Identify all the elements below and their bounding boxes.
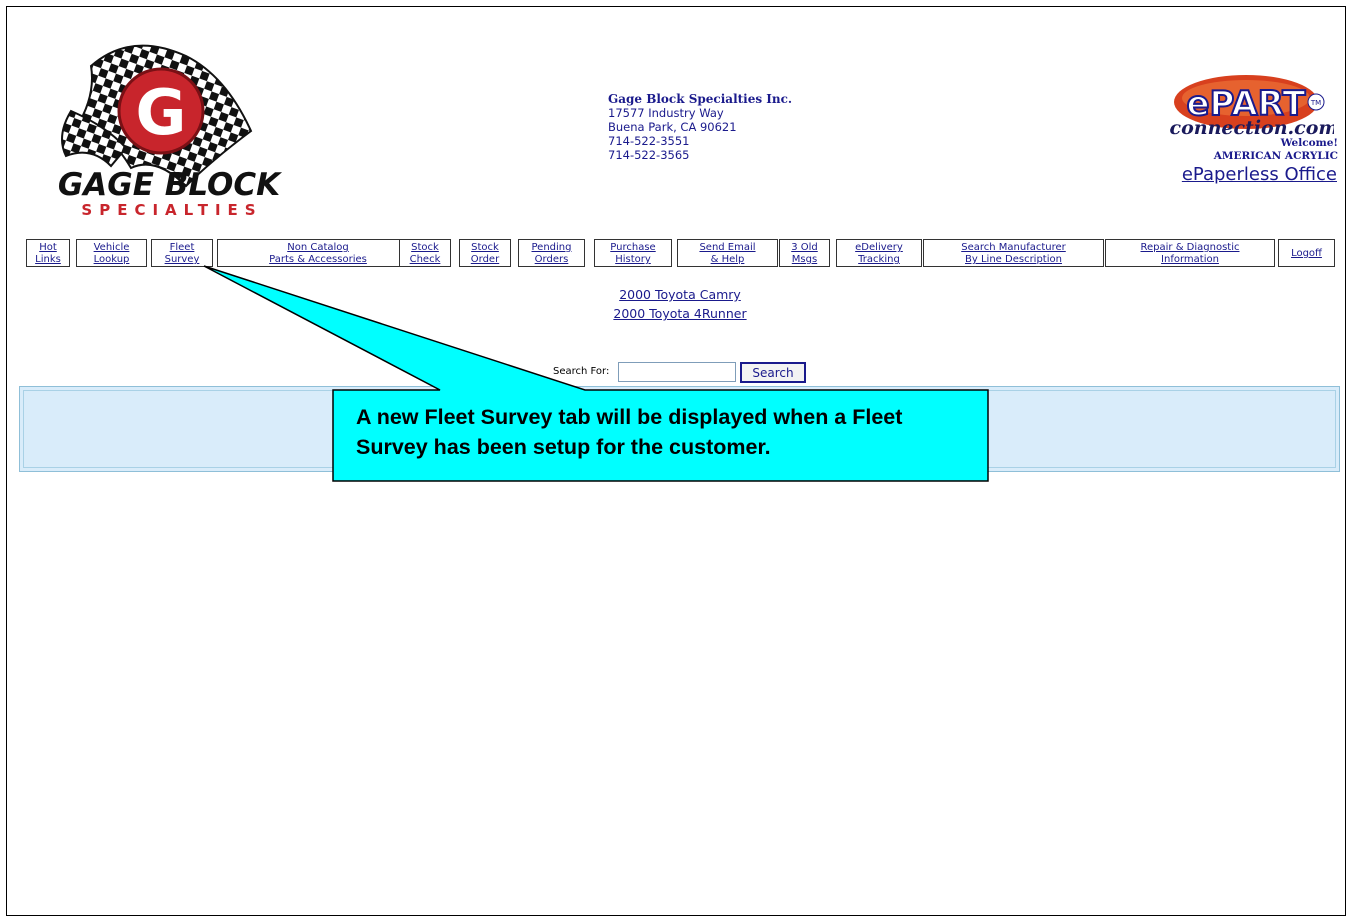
company-phone1: 714-522-3551 (608, 134, 690, 148)
logo-wordmark: GAGE BLOCK (57, 167, 281, 203)
welcome-block: Welcome! AMERICAN ACRYLIC (1214, 137, 1338, 163)
recent-vehicles: 2000 Toyota Camry 2000 Toyota 4Runner (580, 285, 780, 323)
epart-tm: TM (1310, 99, 1321, 107)
vehicle-link-4runner[interactable]: 2000 Toyota 4Runner (580, 304, 780, 323)
search-input[interactable] (618, 362, 736, 382)
logo-g-letter: G (136, 76, 187, 149)
callout-text: A new Fleet Survey tab will be displayed… (356, 405, 903, 459)
nav-tab-pending-orders[interactable]: Pending Orders (518, 239, 585, 267)
search-label: Search For: (553, 366, 610, 377)
epart-domain: connection.com (1170, 117, 1334, 139)
epaperless-office-link[interactable]: ePaperless Office (1182, 164, 1337, 185)
vehicle-link-camry[interactable]: 2000 Toyota Camry (580, 285, 780, 304)
company-phone2: 714-522-3565 (608, 148, 690, 162)
search-button[interactable]: Search (740, 362, 806, 383)
nav-tab-hot-links[interactable]: Hot Links (26, 239, 70, 267)
nav-tab-logoff[interactable]: Logoff (1278, 239, 1335, 267)
nav-tab-purchase-history[interactable]: Purchase History (594, 239, 672, 267)
nav-tab-repair-diagnostic[interactable]: Repair & Diagnostic Information (1105, 239, 1275, 267)
nav-tab-send-email[interactable]: Send Email & Help (677, 239, 778, 267)
company-address-line2: Buena Park, CA 90621 (608, 120, 737, 134)
nav-tab-old-msgs[interactable]: 3 Old Msgs (779, 239, 830, 267)
welcome-text: Welcome! (1280, 137, 1338, 149)
nav-tab-edelivery-tracking[interactable]: eDelivery Tracking (836, 239, 922, 267)
nav-tab-stock-order[interactable]: Stock Order (459, 239, 511, 267)
nav-tab-vehicle-lookup[interactable]: Vehicle Lookup (76, 239, 147, 267)
nav-tab-non-catalog[interactable]: Non Catalog Parts & Accessories (217, 239, 419, 267)
company-info: Gage Block Specialties Inc. 17577 Indust… (608, 92, 792, 162)
company-address-line1: 17577 Industry Way (608, 106, 724, 120)
logo-subtitle: SPECIALTIES (81, 201, 263, 219)
nav-tab-search-manufacturer[interactable]: Search Manufacturer By Line Description (923, 239, 1104, 267)
company-name: Gage Block Specialties Inc. (608, 92, 793, 106)
nav-tab-stock-check[interactable]: Stock Check (399, 239, 451, 267)
customer-name: AMERICAN ACRYLIC (1213, 150, 1338, 162)
nav-tab-fleet-survey[interactable]: Fleet Survey (151, 239, 213, 267)
